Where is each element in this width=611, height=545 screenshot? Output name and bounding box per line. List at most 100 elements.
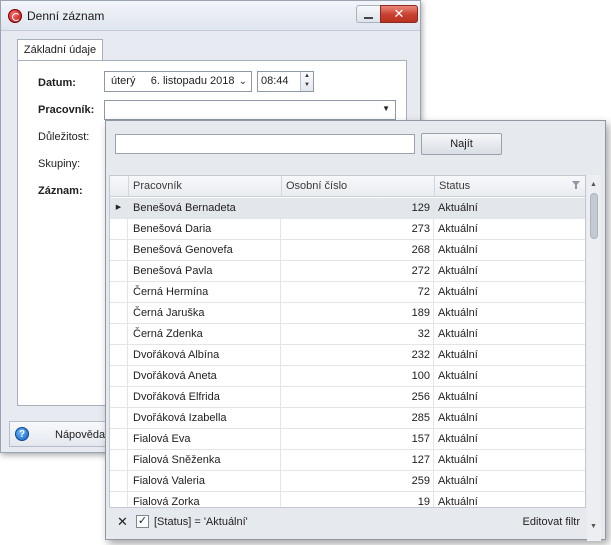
minimize-button[interactable] bbox=[356, 5, 380, 23]
time-spinner[interactable]: ▲ ▼ bbox=[300, 72, 313, 91]
groups-label: Skupiny: bbox=[38, 158, 81, 170]
personal-number-cell: 285 bbox=[282, 408, 434, 428]
date-picker[interactable]: úterý 6. listopadu 2018 ⌄ bbox=[104, 71, 252, 92]
scrollbar-thumb[interactable] bbox=[590, 193, 598, 239]
app-logo-icon bbox=[8, 9, 22, 23]
employee-combo[interactable]: ▼ bbox=[104, 100, 396, 120]
employee-name-cell: Fialová Eva bbox=[129, 429, 281, 449]
status-cell: Aktuální bbox=[438, 349, 478, 361]
window-title: Denní záznam bbox=[27, 9, 105, 23]
status-cell: Aktuální bbox=[438, 433, 478, 445]
close-icon: ✕ bbox=[393, 6, 405, 21]
table-row[interactable]: Fialová Sněženka 127 Aktuální bbox=[110, 450, 585, 471]
employee-name-cell: Fialová Zorka bbox=[129, 492, 281, 507]
chevron-down-icon[interactable]: ⌄ bbox=[239, 72, 247, 91]
employee-name-cell: Černá Jaruška bbox=[129, 303, 281, 323]
status-cell: Aktuální bbox=[438, 496, 478, 508]
edit-filter-link[interactable]: Editovat filtr bbox=[523, 516, 580, 528]
employee-name-cell: Benešová Pavla bbox=[129, 261, 281, 281]
scroll-down-icon[interactable]: ▼ bbox=[590, 523, 597, 530]
spin-down-icon[interactable]: ▼ bbox=[301, 81, 313, 90]
find-button[interactable]: Najít bbox=[421, 133, 502, 155]
personal-number-cell: 256 bbox=[282, 387, 434, 407]
date-label: Datum: bbox=[38, 77, 76, 89]
personal-number-cell: 272 bbox=[282, 261, 434, 281]
column-header-personal-number[interactable]: Osobní číslo bbox=[282, 176, 435, 197]
table-row[interactable]: Benešová Daria 273 Aktuální bbox=[110, 219, 585, 240]
dropdown-arrow-icon[interactable]: ▼ bbox=[382, 104, 390, 113]
table-row[interactable]: Benešová Pavla 272 Aktuální bbox=[110, 261, 585, 282]
tab-basic-info[interactable]: Základní údaje bbox=[17, 39, 103, 61]
status-cell: Aktuální bbox=[438, 244, 478, 256]
personal-number-cell: 19 bbox=[282, 492, 434, 507]
employee-name-cell: Dvořáková Izabella bbox=[129, 408, 281, 428]
personal-number-cell: 127 bbox=[282, 450, 434, 470]
table-row[interactable]: Černá Zdenka 32 Aktuální bbox=[110, 324, 585, 345]
personal-number-cell: 268 bbox=[282, 240, 434, 260]
status-cell: Aktuální bbox=[438, 454, 478, 466]
close-button[interactable]: ✕ bbox=[380, 5, 418, 23]
table-row[interactable]: Fialová Zorka 19 Aktuální bbox=[110, 492, 585, 508]
table-row[interactable]: Benešová Genovefa 268 Aktuální bbox=[110, 240, 585, 261]
date-value: úterý 6. listopadu 2018 bbox=[111, 75, 235, 87]
row-indicator bbox=[110, 282, 128, 302]
column-header-status[interactable]: Status bbox=[435, 176, 585, 197]
row-indicator-icon: ▶ bbox=[110, 198, 128, 218]
personal-number-cell: 259 bbox=[282, 471, 434, 491]
employee-label: Pracovník: bbox=[38, 104, 95, 116]
employee-name-cell: Dvořáková Albína bbox=[129, 345, 281, 365]
personal-number-cell: 273 bbox=[282, 219, 434, 239]
table-row[interactable]: Dvořáková Izabella 285 Aktuální bbox=[110, 408, 585, 429]
header-indicator bbox=[110, 176, 129, 197]
table-row[interactable]: Černá Jaruška 189 Aktuální bbox=[110, 303, 585, 324]
table-row[interactable]: Fialová Valeria 259 Aktuální bbox=[110, 471, 585, 492]
status-cell: Aktuální bbox=[438, 307, 478, 319]
personal-number-cell: 129 bbox=[282, 198, 434, 218]
filter-expression[interactable]: [Status] = 'Aktuální' bbox=[154, 516, 248, 528]
employee-name-cell: Benešová Bernadeta bbox=[129, 198, 281, 218]
employee-name-cell: Fialová Sněženka bbox=[129, 450, 281, 470]
status-cell: Aktuální bbox=[438, 328, 478, 340]
funnel-icon[interactable] bbox=[572, 181, 580, 189]
table-row[interactable]: Dvořáková Aneta 100 Aktuální bbox=[110, 366, 585, 387]
employee-name-cell: Fialová Valeria bbox=[129, 471, 281, 491]
employee-grid: Pracovník Osobní číslo Status ▶ Benešová … bbox=[109, 175, 586, 508]
employee-name-cell: Dvořáková Aneta bbox=[129, 366, 281, 386]
personal-number-cell: 232 bbox=[282, 345, 434, 365]
table-row[interactable]: Fialová Eva 157 Aktuální bbox=[110, 429, 585, 450]
vertical-scrollbar[interactable]: ▲ ▼ bbox=[587, 175, 601, 541]
employee-name-cell: Černá Hermína bbox=[129, 282, 281, 302]
table-row[interactable]: Černá Hermína 72 Aktuální bbox=[110, 282, 585, 303]
personal-number-cell: 72 bbox=[282, 282, 434, 302]
table-row[interactable]: Dvořáková Elfrida 256 Aktuální bbox=[110, 387, 585, 408]
employee-name-cell: Benešová Daria bbox=[129, 219, 281, 239]
title-bar[interactable]: Denní záznam ✕ bbox=[1, 1, 420, 31]
search-input[interactable] bbox=[115, 134, 415, 154]
filter-enabled-checkbox[interactable]: ✓ bbox=[136, 515, 149, 528]
employee-name-cell: Benešová Genovefa bbox=[129, 240, 281, 260]
status-cell: Aktuální bbox=[438, 286, 478, 298]
row-indicator bbox=[110, 261, 128, 281]
importance-label: Důležitost: bbox=[38, 131, 90, 143]
table-row[interactable]: ▶ Benešová Bernadeta 129 Aktuální bbox=[110, 198, 585, 219]
employee-name-cell: Černá Zdenka bbox=[129, 324, 281, 344]
filter-bar: ✕ ✓ [Status] = 'Aktuální' Editovat filtr bbox=[109, 510, 586, 535]
status-cell: Aktuální bbox=[438, 475, 478, 487]
employee-name-cell: Dvořáková Elfrida bbox=[129, 387, 281, 407]
row-indicator bbox=[110, 240, 128, 260]
clear-filter-icon[interactable]: ✕ bbox=[117, 514, 128, 530]
personal-number-cell: 100 bbox=[282, 366, 434, 386]
status-cell: Aktuální bbox=[438, 223, 478, 235]
time-value: 08:44 bbox=[261, 75, 289, 87]
table-row[interactable]: Dvořáková Albína 232 Aktuální bbox=[110, 345, 585, 366]
scroll-up-icon[interactable]: ▲ bbox=[590, 181, 597, 188]
row-indicator bbox=[110, 324, 128, 344]
time-input[interactable]: 08:44 ▲ ▼ bbox=[257, 71, 314, 92]
tab-label: Základní údaje bbox=[23, 44, 97, 56]
column-header-employee[interactable]: Pracovník bbox=[129, 176, 282, 197]
spin-up-icon[interactable]: ▲ bbox=[301, 72, 313, 81]
status-cell: Aktuální bbox=[438, 391, 478, 403]
row-indicator bbox=[110, 345, 128, 365]
row-indicator bbox=[110, 450, 128, 470]
row-indicator bbox=[110, 492, 128, 507]
